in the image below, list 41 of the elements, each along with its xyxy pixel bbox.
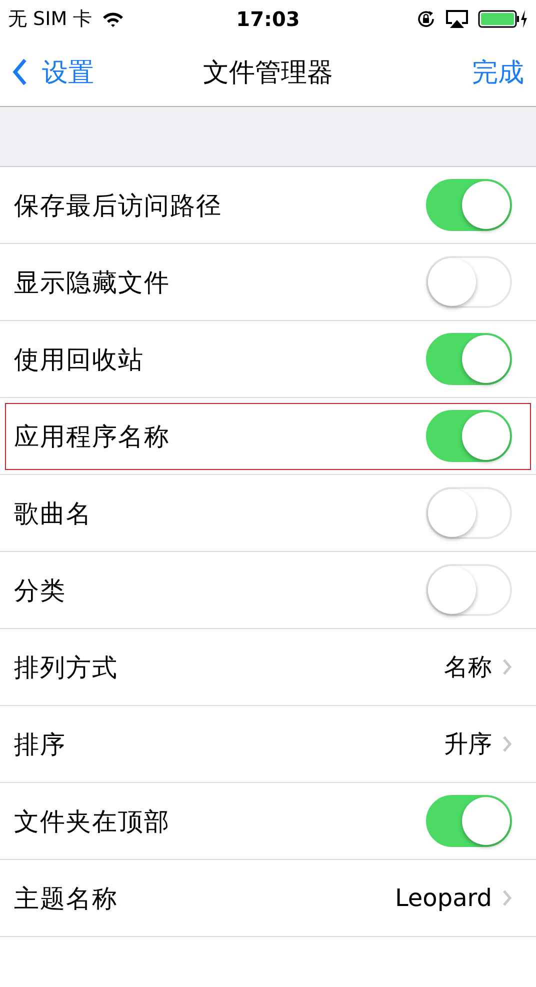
row-label: 分类 — [14, 574, 67, 606]
nav-title: 文件管理器 — [203, 56, 333, 90]
toggle-switch[interactable] — [426, 795, 512, 847]
toggle-switch[interactable] — [426, 333, 512, 385]
row-label: 主题名称 — [14, 882, 119, 914]
back-chevron-icon — [12, 58, 28, 86]
settings-row[interactable]: 分类 — [0, 552, 536, 629]
rotation-lock-icon — [416, 9, 436, 29]
status-time: 17:03 — [236, 7, 300, 31]
row-label: 保存最后访问路径 — [14, 190, 223, 222]
row-value: Leopard — [394, 884, 492, 912]
done-button[interactable]: 完成 — [472, 54, 524, 90]
settings-row[interactable]: 排列方式 名称 — [0, 629, 536, 706]
chevron-right-icon — [502, 658, 512, 676]
airplay-icon — [446, 10, 468, 28]
settings-row[interactable]: 文件夹在顶部 — [0, 783, 536, 860]
toggle-switch[interactable] — [426, 179, 512, 231]
row-label: 应用程序名称 — [14, 420, 171, 452]
back-button[interactable]: 设置 — [12, 54, 94, 90]
settings-row[interactable]: 排序 升序 — [0, 706, 536, 783]
settings-row[interactable]: 使用回收站 — [0, 321, 536, 398]
row-value: 名称 — [444, 652, 492, 683]
row-label: 排列方式 — [14, 652, 119, 684]
carrier-label: 无 SIM 卡 — [8, 7, 92, 32]
row-label: 文件夹在顶部 — [14, 806, 171, 838]
settings-row[interactable]: 歌曲名 — [0, 475, 536, 552]
row-label: 显示隐藏文件 — [14, 266, 171, 298]
chevron-right-icon — [502, 889, 512, 907]
row-label: 排序 — [14, 728, 67, 760]
settings-row[interactable]: 应用程序名称 — [0, 398, 536, 475]
chevron-right-icon — [502, 735, 512, 753]
settings-row[interactable]: 保存最后访问路径 — [0, 167, 536, 244]
settings-row[interactable]: 主题名称 Leopard — [0, 860, 536, 937]
row-label: 使用回收站 — [14, 344, 145, 376]
wifi-icon — [102, 11, 124, 27]
row-label: 歌曲名 — [14, 498, 93, 530]
settings-row[interactable]: 显示隐藏文件 — [0, 244, 536, 321]
row-value: 升序 — [444, 729, 492, 760]
toggle-switch[interactable] — [426, 410, 512, 462]
back-label: 设置 — [42, 56, 94, 90]
battery-charging-icon — [478, 9, 528, 29]
